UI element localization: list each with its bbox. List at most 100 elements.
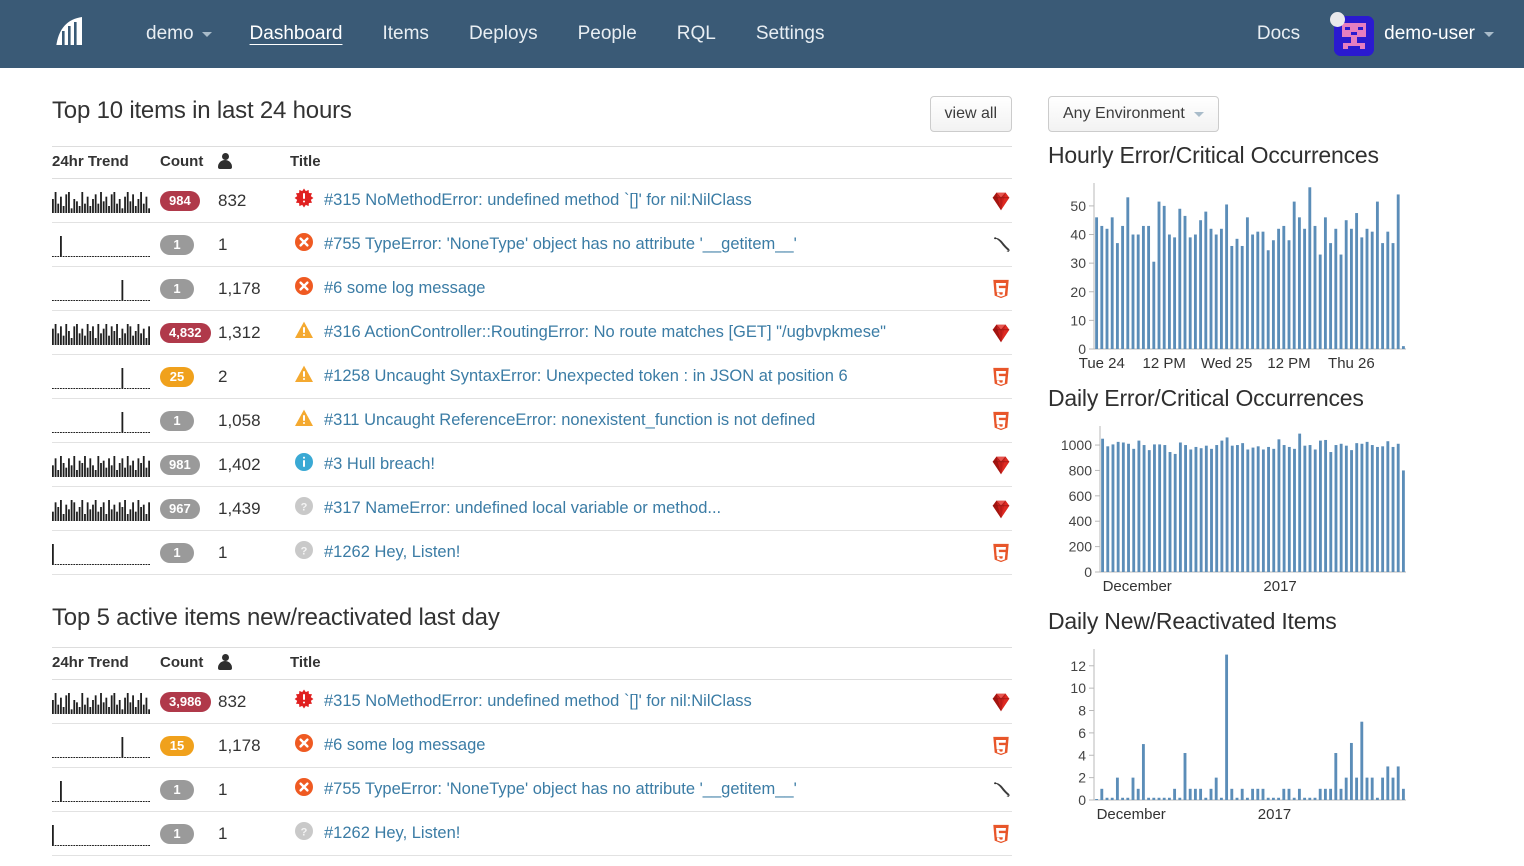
view-all-button[interactable]: view all (929, 96, 1012, 132)
html5-icon (990, 824, 1012, 843)
table-row[interactable]: 4,832 1,312 #316 ActionController::Routing… (52, 310, 1012, 355)
ruby-icon (990, 456, 1012, 474)
item-link[interactable]: #1258 Uncaught SyntaxError: Unexpected t… (324, 367, 848, 386)
platform-icon-cell (960, 354, 1012, 399)
svg-text:Tue 24: Tue 24 (1079, 355, 1125, 372)
svg-text:2017: 2017 (1263, 578, 1296, 595)
table-row[interactable]: 984 832 #315 NoMethodError: undefined meth… (52, 178, 1012, 223)
table-row[interactable]: 1 1? #1262 Hey, Listen! (52, 530, 1012, 575)
ruby-icon (990, 324, 1012, 342)
table-row[interactable]: 967 1,439? #317 NameError: undefined local… (52, 486, 1012, 531)
table-row[interactable]: 15 1,178 #6 some log message (52, 723, 1012, 768)
users-count: 1,058 (218, 398, 290, 443)
svg-text:Thu 26: Thu 26 (1328, 355, 1375, 372)
chart-daily-occurrences: Daily Error/Critical Occurrences 0 200 400… (1048, 385, 1494, 598)
nav-item-docs[interactable]: Docs (1241, 0, 1316, 68)
platform-icon-cell (960, 767, 1012, 812)
level-warning-icon (294, 408, 314, 433)
table-row[interactable]: 1 1,058 #311 Uncaught ReferenceError: none… (52, 398, 1012, 443)
environment-filter-dropdown[interactable]: Any Environment (1048, 96, 1219, 132)
project-label: demo (146, 23, 194, 44)
ruby-icon (990, 693, 1012, 711)
table-row[interactable]: 1 1 #755 TypeError: 'NoneType' object has … (52, 222, 1012, 267)
count-cell: 1 (160, 530, 218, 575)
svg-text:December: December (1103, 578, 1172, 595)
item-link[interactable]: #315 NoMethodError: undefined method `[]… (324, 191, 752, 210)
users-count: 1,402 (218, 442, 290, 487)
level-error-icon (294, 733, 314, 758)
item-title-cell: #1258 Uncaught SyntaxError: Unexpected t… (290, 354, 960, 399)
table-row[interactable]: 981 1,402 #3 Hull breach! (52, 442, 1012, 487)
item-link[interactable]: #6 some log message (324, 279, 485, 298)
level-warning-icon (294, 364, 314, 389)
svg-text:50: 50 (1070, 198, 1086, 214)
platform-icon-cell (960, 442, 1012, 487)
item-link[interactable]: #6 some log message (324, 736, 485, 755)
nav-item-settings[interactable]: Settings (736, 0, 845, 68)
item-link[interactable]: #317 NameError: undefined local variable… (324, 499, 721, 518)
item-link[interactable]: #1262 Hey, Listen! (324, 543, 460, 562)
svg-text:0: 0 (1078, 792, 1086, 808)
item-title-cell: #6 some log message (290, 266, 960, 311)
table-header-row: 24hr Trend Count Title (52, 146, 1012, 179)
status-badge: 1 (160, 410, 194, 431)
table-row[interactable]: 1 1,178 #6 some log message (52, 266, 1012, 311)
user-menu[interactable]: demo-user (1384, 23, 1498, 45)
section-header-top10: Top 10 items in last 24 hours view all (52, 68, 1012, 132)
platform-icon-cell (960, 530, 1012, 575)
count-cell: 1 (160, 767, 218, 812)
table-row[interactable]: 3,986 832 #315 NoMethodError: undefined me… (52, 679, 1012, 724)
item-link[interactable]: #755 TypeError: 'NoneType' object has no… (324, 780, 797, 799)
active-items-tbody: 3,986 832 #315 NoMethodError: undefined me… (52, 679, 1012, 856)
item-link[interactable]: #315 NoMethodError: undefined method `[]… (324, 692, 752, 711)
svg-text:40: 40 (1070, 227, 1086, 243)
nav-item-dashboard[interactable]: Dashboard (230, 0, 363, 68)
item-link[interactable]: #3 Hull breach! (324, 455, 435, 474)
item-title-cell: #755 TypeError: 'NoneType' object has no… (290, 767, 960, 812)
nav-item-rql[interactable]: RQL (657, 0, 736, 68)
environment-filter-label: Any Environment (1063, 105, 1185, 122)
chart-canvas-new-reactivated[interactable]: 0 2 4 6 8 10 12 December 2017 (1048, 641, 1494, 826)
count-cell: 1 (160, 811, 218, 856)
table-row[interactable]: 25 2 #1258 Uncaught SyntaxError: Unexpecte… (52, 354, 1012, 399)
svg-text:200: 200 (1069, 539, 1093, 555)
platform-icon-cell (960, 178, 1012, 223)
item-link[interactable]: #316 ActionController::RoutingError: No … (324, 323, 886, 342)
nav-item-people[interactable]: People (558, 0, 657, 68)
nav-item-deploys[interactable]: Deploys (449, 0, 558, 68)
trend-sparkline (52, 486, 160, 531)
status-badge: 981 (160, 454, 200, 475)
platform-icon-cell (960, 266, 1012, 311)
status-badge: 1 (160, 823, 194, 844)
level-error-icon (294, 276, 314, 301)
status-badge: 1 (160, 234, 194, 255)
svg-text:20: 20 (1070, 284, 1086, 300)
project-selector[interactable]: demo (128, 23, 230, 45)
top-items-tbody: 984 832 #315 NoMethodError: undefined meth… (52, 178, 1012, 575)
table-row[interactable]: 1 1? #1262 Hey, Listen! (52, 811, 1012, 856)
main-content: Top 10 items in last 24 hours view all 2… (0, 68, 1024, 866)
chart-canvas-daily[interactable]: 0 200 400 600 800 1000 December 2017 (1048, 418, 1494, 598)
nav-item-items[interactable]: Items (362, 0, 448, 68)
chart-title-hourly: Hourly Error/Critical Occurrences (1048, 142, 1379, 168)
rollbar-logo-icon[interactable] (52, 14, 92, 54)
navbar-right: Docs demo-user (1241, 0, 1498, 68)
avatar[interactable] (1330, 12, 1375, 56)
chart-canvas-hourly[interactable]: 0 10 20 30 40 50 Tue 24 12 PM Wed 25 12 PM Thu 26 (1048, 175, 1494, 375)
item-link[interactable]: #1262 Hey, Listen! (324, 824, 460, 843)
count-cell: 4,832 (160, 310, 218, 355)
item-link[interactable]: #755 TypeError: 'NoneType' object has no… (324, 235, 797, 254)
svg-text:800: 800 (1069, 462, 1093, 478)
level-critical-icon (294, 689, 314, 714)
platform-icon-cell (960, 310, 1012, 355)
column-header-count: Count (160, 647, 218, 680)
item-link[interactable]: #311 Uncaught ReferenceError: nonexisten… (324, 411, 815, 430)
table-row[interactable]: 1 1 #755 TypeError: 'NoneType' object has … (52, 767, 1012, 812)
column-header-title: Title (290, 146, 960, 179)
item-title-cell: #755 TypeError: 'NoneType' object has no… (290, 222, 960, 267)
item-title-cell: #6 some log message (290, 723, 960, 768)
users-icon (218, 654, 232, 670)
trend-sparkline (52, 178, 160, 223)
item-title-cell: #311 Uncaught ReferenceError: nonexisten… (290, 398, 960, 443)
trend-sparkline (52, 354, 160, 399)
